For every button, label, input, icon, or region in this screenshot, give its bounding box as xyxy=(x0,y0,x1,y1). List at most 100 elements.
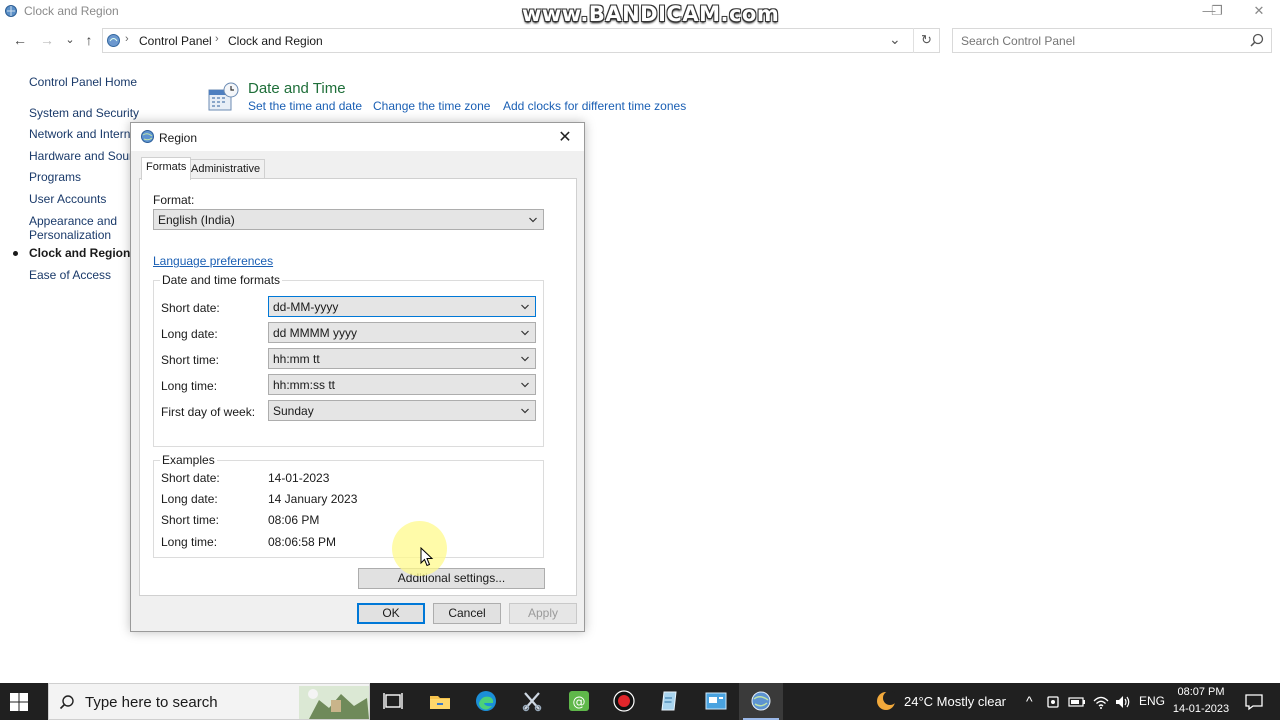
breadcrumb-control-panel[interactable]: Control Panel xyxy=(139,34,212,48)
control-panel-icon xyxy=(5,5,17,17)
language-preferences-link[interactable]: Language preferences xyxy=(153,254,273,268)
breadcrumb-chevron-icon: › xyxy=(125,33,129,45)
bandicam-watermark: www.BANDICAM.com xyxy=(522,2,780,26)
set-time-date-link[interactable]: Set the time and date xyxy=(248,99,362,113)
date-time-formats-legend: Date and time formats xyxy=(160,273,283,287)
additional-settings-button[interactable]: Additional settings... xyxy=(358,568,545,589)
sidebar-item-appearance-line2[interactable]: Personalization xyxy=(29,228,111,242)
format-label: Format: xyxy=(153,193,195,207)
example-long-date-value: 14 January 2023 xyxy=(268,492,358,506)
chevron-down-icon xyxy=(521,408,529,414)
notepad-app-icon[interactable] xyxy=(658,689,682,713)
example-short-date-value: 14-01-2023 xyxy=(268,471,330,485)
search-icon xyxy=(59,695,74,710)
short-time-value: hh:mm tt xyxy=(273,352,320,366)
tab-administrative[interactable]: Administrative xyxy=(186,159,266,179)
battery-icon[interactable] xyxy=(1068,693,1086,711)
forward-arrow-icon[interactable]: → xyxy=(37,30,57,50)
weather-text[interactable]: 24°C Mostly clear xyxy=(904,694,1006,709)
recent-locations-icon[interactable]: ⌄ xyxy=(60,30,80,50)
ok-button[interactable]: OK xyxy=(357,603,425,624)
tab-formats[interactable]: Formats xyxy=(141,157,192,180)
search-icon[interactable] xyxy=(1249,32,1265,48)
mouse-pointer-icon xyxy=(420,547,434,567)
input-language-indicator[interactable]: ENG xyxy=(1139,694,1165,708)
long-date-label: Long date: xyxy=(161,327,218,341)
close-window-button[interactable]: ✕ xyxy=(1236,0,1280,22)
globe-clock-icon xyxy=(141,130,154,143)
first-day-select[interactable]: Sunday xyxy=(268,400,536,421)
date-time-formats-group: Date and time formats Short date: dd-MM-… xyxy=(153,273,544,447)
apply-button[interactable]: Apply xyxy=(509,603,577,624)
wifi-icon[interactable] xyxy=(1092,693,1110,711)
breadcrumb-clock-and-region[interactable]: Clock and Region xyxy=(228,34,323,48)
refresh-icon[interactable]: ↻ xyxy=(913,28,939,53)
current-item-bullet xyxy=(13,251,18,256)
clock-time[interactable]: 08:07 PM xyxy=(1170,686,1232,698)
sidebar-item-programs[interactable]: Programs xyxy=(29,170,81,184)
meet-now-icon[interactable] xyxy=(1045,693,1063,711)
sidebar-item-network-internet[interactable]: Network and Internet xyxy=(29,127,140,141)
region-dialog: Region ✕ Formats Administrative Format: … xyxy=(130,122,585,632)
hidden-icons-chevron-icon[interactable]: ^ xyxy=(1026,693,1033,709)
sidebar-item-hardware-sound[interactable]: Hardware and Sound xyxy=(29,149,142,163)
sidebar-item-system-security[interactable]: System and Security xyxy=(29,106,139,120)
notification-center-icon[interactable] xyxy=(1244,692,1264,712)
short-date-value: dd-MM-yyyy xyxy=(273,300,339,314)
window-title: Clock and Region xyxy=(24,4,119,18)
short-date-select[interactable]: dd-MM-yyyy xyxy=(268,296,536,317)
calendar-clock-icon xyxy=(208,82,239,111)
example-short-date-label: Short date: xyxy=(161,471,220,485)
cancel-button[interactable]: Cancel xyxy=(433,603,501,624)
search-highlight-illustration-icon xyxy=(299,686,369,719)
example-long-time-value: 08:06:58 PM xyxy=(268,535,337,549)
sidebar-item-clock-region[interactable]: Clock and Region xyxy=(29,246,130,260)
date-time-heading[interactable]: Date and Time xyxy=(248,80,346,97)
search-box[interactable] xyxy=(952,28,1272,53)
snipping-tool-icon[interactable] xyxy=(520,689,544,713)
dialog-titlebar: Region ✕ xyxy=(131,123,584,151)
control-panel-taskbar-icon[interactable] xyxy=(704,689,728,713)
address-bar[interactable]: › Control Panel › Clock and Region ⌄ xyxy=(102,28,940,53)
short-time-label: Short time: xyxy=(161,353,220,367)
format-select-value: English (India) xyxy=(158,213,235,227)
up-arrow-icon[interactable]: ↑ xyxy=(79,30,99,50)
address-dropdown-icon[interactable]: ⌄ xyxy=(889,31,901,48)
clock-date[interactable]: 14-01-2023 xyxy=(1170,703,1232,715)
long-time-label: Long time: xyxy=(161,379,218,393)
file-explorer-icon[interactable] xyxy=(428,689,452,713)
windows-start-icon[interactable] xyxy=(8,691,30,713)
sidebar-item-appearance[interactable]: Appearance and xyxy=(29,214,117,228)
long-date-select[interactable]: dd MMMM yyyy xyxy=(268,322,536,343)
restore-button[interactable]: ❐ xyxy=(1194,0,1240,22)
short-date-label: Short date: xyxy=(161,301,220,315)
taskbar-search-box[interactable]: Type here to search xyxy=(48,683,370,720)
task-view-icon[interactable] xyxy=(381,689,405,713)
taskbar: Type here to search @ 24°C Mostly clear xyxy=(0,683,1280,720)
short-time-select[interactable]: hh:mm tt xyxy=(268,348,536,369)
add-clocks-link[interactable]: Add clocks for different time zones xyxy=(503,99,686,113)
long-date-value: dd MMMM yyyy xyxy=(273,326,357,340)
long-time-select[interactable]: hh:mm:ss tt xyxy=(268,374,536,395)
chevron-down-icon xyxy=(521,382,529,388)
mail-app-icon[interactable]: @ xyxy=(567,689,591,713)
back-arrow-icon[interactable]: ← xyxy=(10,30,30,50)
change-time-zone-link[interactable]: Change the time zone xyxy=(373,99,490,113)
chevron-down-icon xyxy=(521,330,529,336)
example-short-time-label: Short time: xyxy=(161,513,220,527)
example-long-date-label: Long date: xyxy=(161,492,218,506)
example-short-time-value: 08:06 PM xyxy=(268,513,320,527)
dialog-close-icon[interactable]: ✕ xyxy=(554,127,576,149)
first-day-label: First day of week: xyxy=(161,405,256,419)
volume-icon[interactable] xyxy=(1114,693,1132,711)
examples-legend: Examples xyxy=(160,453,217,467)
search-input[interactable] xyxy=(961,30,1241,52)
format-select[interactable]: English (India) xyxy=(153,209,544,230)
sidebar-item-ease-of-access[interactable]: Ease of Access xyxy=(29,268,111,282)
sidebar-item-user-accounts[interactable]: User Accounts xyxy=(29,192,106,206)
weather-moon-icon xyxy=(877,691,897,710)
bandicam-record-icon[interactable] xyxy=(612,689,636,713)
sidebar-item-control-panel-home[interactable]: Control Panel Home xyxy=(29,75,137,89)
region-settings-taskbar-icon[interactable] xyxy=(749,689,773,713)
edge-browser-icon[interactable] xyxy=(474,689,498,713)
